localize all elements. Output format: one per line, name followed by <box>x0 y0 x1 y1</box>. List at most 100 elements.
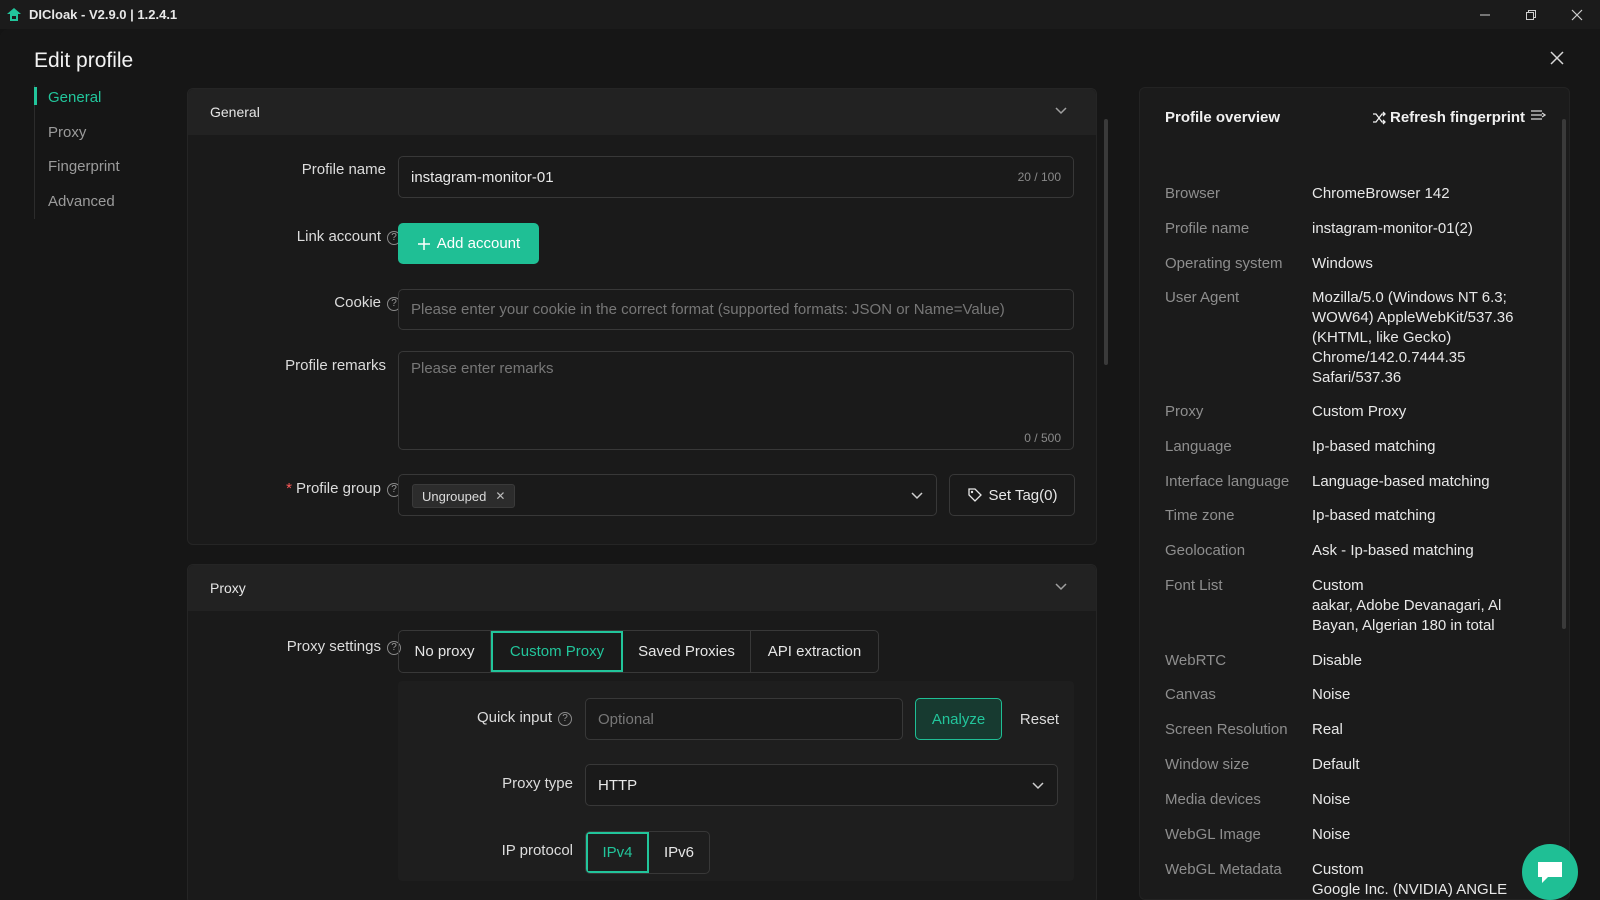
overview-key: Font List <box>1165 577 1223 594</box>
remarks-label-text: Profile remarks <box>285 357 386 374</box>
overview-key: Media devices <box>1165 791 1261 808</box>
quick-input-placeholder: Optional <box>598 710 654 728</box>
analyze-label: Analyze <box>931 710 986 728</box>
cookie-label-text: Cookie <box>334 294 381 311</box>
restore-icon <box>1526 9 1536 20</box>
ip-protocol-label: IP protocol <box>398 842 573 859</box>
proxy-type-value: HTTP <box>598 776 638 794</box>
quick-input-label: Quick input? <box>398 709 572 726</box>
profile-name-label-text: Profile name <box>301 161 386 178</box>
overview-value: Real <box>1312 721 1343 738</box>
overview-key: Geolocation <box>1165 542 1246 559</box>
overview-scrollbar[interactable] <box>1562 119 1566 629</box>
proxy-type-label-text: Proxy type <box>502 775 573 792</box>
proxy-card-title: Proxy <box>210 580 246 596</box>
close-dialog-button[interactable] <box>1545 47 1569 71</box>
overview-value: Ask - Ip-based matching <box>1312 542 1474 559</box>
remarks-counter: 0 / 500 <box>1024 431 1061 445</box>
window-close-button[interactable] <box>1554 0 1600 29</box>
overview-key: WebRTC <box>1165 652 1227 669</box>
overview-value: Custom Google Inc. (NVIDIA) ANGLE (NVIDI… <box>1312 861 1508 898</box>
profile-name-input[interactable]: instagram-monitor-01 20 / 100 <box>398 156 1074 198</box>
proxy-mode-custom[interactable]: Custom Proxy <box>491 631 623 672</box>
profile-overview-panel: Profile overview Refresh fingerprint Bro… <box>1139 87 1570 900</box>
nav-item-fingerprint[interactable]: Fingerprint <box>34 154 164 189</box>
overview-key: Time zone <box>1165 507 1235 524</box>
cookie-label: Cookie? <box>188 294 401 311</box>
overview-value: Noise <box>1312 791 1351 808</box>
collapse-menu-icon[interactable] <box>1530 107 1546 123</box>
chevron-down-icon <box>1055 583 1067 591</box>
quick-input-field[interactable]: Optional <box>585 698 903 740</box>
overview-value: Custom aakar, Adobe Devanagari, Al Bayan… <box>1312 577 1502 634</box>
nav-item-general[interactable]: General <box>34 85 164 120</box>
ip-protocol-ipv4[interactable]: IPv4 <box>586 832 649 873</box>
overview-value: Noise <box>1312 826 1351 843</box>
overview-value: Windows <box>1312 255 1373 272</box>
nav-item-advanced[interactable]: Advanced <box>34 189 164 224</box>
minimize-button[interactable] <box>1462 0 1508 29</box>
support-chat-button[interactable] <box>1522 844 1578 900</box>
overview-value: Noise <box>1312 686 1351 703</box>
group-tag-label: Ungrouped <box>422 488 487 504</box>
overview-title: Profile overview <box>1165 109 1281 126</box>
profile-group-label-text: Profile group <box>295 480 381 497</box>
chevron-down-icon <box>1055 107 1067 115</box>
chevron-down-icon <box>1032 782 1044 790</box>
profile-name-counter: 20 / 100 <box>1017 170 1061 184</box>
overview-value: Mozilla/5.0 (Windows NT 6.3; WOW64) Appl… <box>1312 289 1514 386</box>
overview-value: ChromeBrowser 142 <box>1312 185 1450 202</box>
required-marker: * <box>286 480 292 497</box>
reset-button[interactable]: Reset <box>1012 698 1067 740</box>
link-account-label: Link account? <box>188 228 401 245</box>
set-tag-button[interactable]: Set Tag(0) <box>949 474 1075 516</box>
overview-key: Screen Resolution <box>1165 721 1288 738</box>
proxy-mode-saved[interactable]: Saved Proxies <box>623 631 751 672</box>
quick-input-label-text: Quick input <box>476 709 552 726</box>
proxy-mode-no-proxy[interactable]: No proxy <box>399 631 491 672</box>
proxy-card: Proxy Proxy settings? No proxy Custom Pr… <box>187 564 1097 900</box>
group-tag-chip: Ungrouped ✕ <box>412 484 516 508</box>
form-scrollbar[interactable] <box>1104 119 1108 365</box>
overview-key: Browser <box>1165 185 1221 202</box>
close-icon <box>1571 9 1583 20</box>
profile-group-select[interactable]: Ungrouped ✕ <box>398 474 937 516</box>
proxy-settings-label: Proxy settings? <box>188 638 401 655</box>
chat-icon <box>1538 862 1562 883</box>
cookie-input[interactable]: Please enter your cookie in the correct … <box>398 289 1074 330</box>
ip-protocol-selector: IPv4 IPv6 <box>585 831 710 874</box>
general-card-header[interactable]: General <box>188 89 1096 135</box>
proxy-mode-api[interactable]: API extraction <box>751 631 878 672</box>
remarks-placeholder: Please enter remarks <box>411 360 554 377</box>
ip-protocol-label-text: IP protocol <box>501 842 573 859</box>
title-bar: DICloak - V2.9.0 | 1.2.4.1 <box>0 0 1600 29</box>
restore-button[interactable] <box>1508 0 1554 29</box>
set-tag-label: Set Tag(0) <box>988 486 1058 504</box>
chevron-down-icon <box>911 492 923 500</box>
profile-name-value: instagram-monitor-01 <box>411 168 554 186</box>
overview-key: WebGL Image <box>1165 826 1261 843</box>
add-account-button[interactable]: Add account <box>398 223 539 264</box>
nav-item-proxy[interactable]: Proxy <box>34 120 164 155</box>
plus-icon <box>417 237 430 250</box>
remarks-textarea[interactable]: Please enter remarks 0 / 500 <box>398 351 1074 450</box>
proxy-type-select[interactable]: HTTP <box>585 764 1058 806</box>
general-card-title: General <box>210 104 260 120</box>
tag-icon <box>967 488 982 502</box>
remove-tag-icon[interactable]: ✕ <box>495 489 505 503</box>
cookie-placeholder: Please enter your cookie in the correct … <box>411 301 1005 318</box>
overview-value: instagram-monitor-01(2) <box>1312 220 1473 237</box>
analyze-button[interactable]: Analyze <box>915 698 1002 740</box>
minimize-icon <box>1480 14 1490 15</box>
reset-label: Reset <box>1019 710 1060 728</box>
refresh-fingerprint-button[interactable]: Refresh fingerprint <box>1372 109 1525 126</box>
page-title: Edit profile <box>34 49 134 72</box>
overview-value: Language-based matching <box>1312 473 1490 490</box>
edit-profile-panel: Edit profile General Proxy Fingerprint A… <box>0 29 1600 900</box>
help-icon[interactable]: ? <box>558 712 572 726</box>
ip-protocol-ipv6[interactable]: IPv6 <box>649 832 709 873</box>
proxy-card-header[interactable]: Proxy <box>188 565 1096 611</box>
overview-key: Canvas <box>1165 686 1216 703</box>
shuffle-icon <box>1373 111 1386 124</box>
overview-value: Ip-based matching <box>1312 507 1436 524</box>
